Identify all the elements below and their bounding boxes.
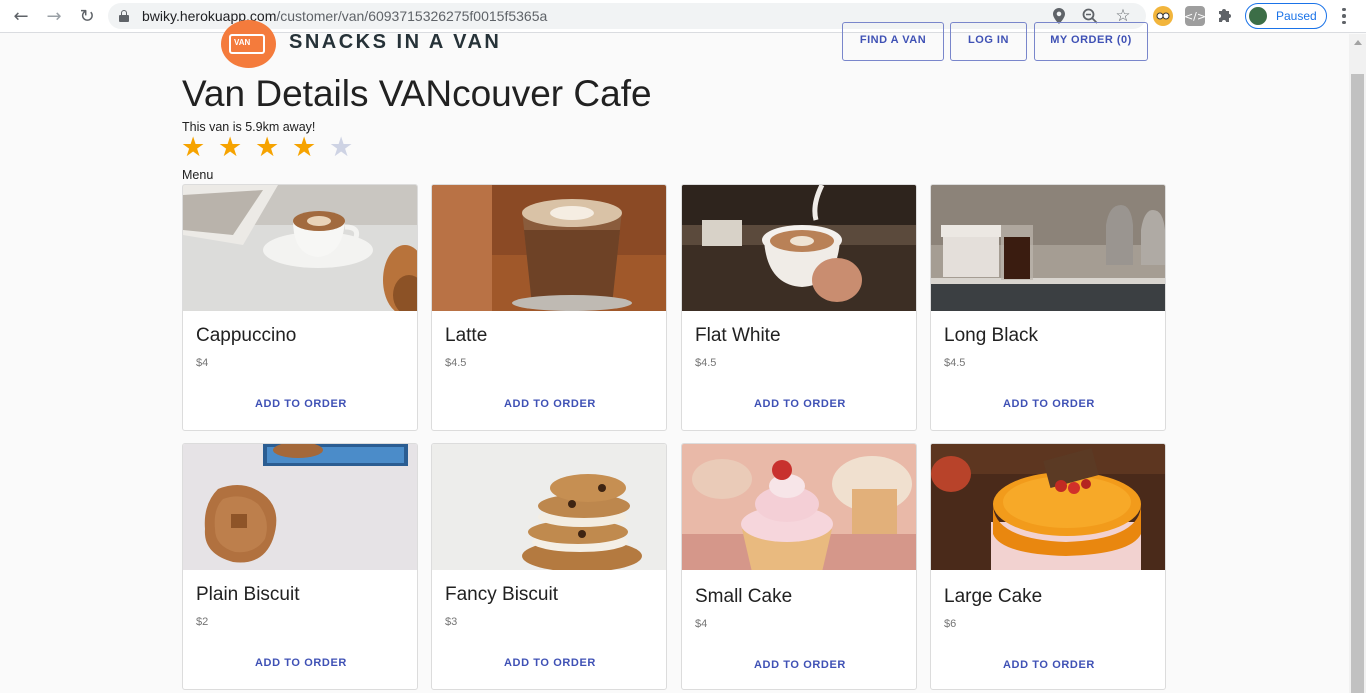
long-black-image	[931, 185, 1165, 311]
add-to-order-button[interactable]: ADD TO ORDER	[432, 398, 666, 410]
rating-stars: ★ ★ ★ ★ ★	[181, 133, 366, 163]
scrollbar-thumb[interactable]	[1351, 74, 1364, 693]
item-name: Small Cake	[695, 586, 793, 607]
my-order-label: MY ORDER (0)	[1050, 33, 1132, 46]
puzzle-icon[interactable]	[1216, 6, 1236, 26]
menu-card-cappuccino: Cappuccino $4 ADD TO ORDER	[182, 184, 418, 431]
page-title: Van Details VANcouver Cafe	[182, 73, 652, 114]
menu-card-fancy-biscuit: Fancy Biscuit $3 ADD TO ORDER	[431, 443, 667, 690]
item-name: Flat White	[695, 325, 781, 346]
star-icon: ★	[255, 132, 280, 163]
item-name: Large Cake	[944, 586, 1043, 607]
menu-card-small-cake: Small Cake $4 ADD TO ORDER	[681, 443, 917, 690]
item-name: Long Black	[944, 325, 1039, 346]
star-icon: ★	[292, 132, 317, 163]
flat-white-image	[682, 185, 916, 311]
page-scrollbar[interactable]	[1349, 34, 1366, 693]
star-icon: ★	[329, 132, 354, 163]
item-name: Plain Biscuit	[196, 584, 300, 605]
url-path: /customer/van/6093715326275f0015f5365a	[276, 8, 548, 24]
url-text[interactable]: bwiky.herokuapp.com/customer/van/6093715…	[142, 8, 547, 24]
item-price: $4	[695, 618, 708, 630]
reload-icon[interactable]: ↻	[75, 5, 99, 27]
cappuccino-image	[183, 185, 417, 311]
code-extension-icon[interactable]: </>	[1184, 6, 1206, 26]
item-price: $4.5	[695, 357, 717, 369]
add-to-order-button[interactable]: ADD TO ORDER	[931, 659, 1165, 671]
menu-card-large-cake: Large Cake $6 ADD TO ORDER	[930, 443, 1166, 690]
add-to-order-button[interactable]: ADD TO ORDER	[183, 398, 417, 410]
item-name: Cappuccino	[196, 325, 297, 346]
menu-card-latte: Latte $4.5 ADD TO ORDER	[431, 184, 667, 431]
find-van-button[interactable]: FIND A VAN	[842, 22, 944, 61]
add-to-order-button[interactable]: ADD TO ORDER	[931, 398, 1165, 410]
avatar	[1248, 6, 1268, 26]
find-van-label: FIND A VAN	[859, 33, 927, 46]
star-icon: ★	[218, 132, 243, 163]
brand-name: SNACKS IN A VAN	[289, 31, 502, 53]
add-to-order-button[interactable]: ADD TO ORDER	[183, 657, 417, 669]
lock-icon[interactable]	[119, 10, 129, 22]
profile-status: Paused	[1276, 9, 1317, 23]
my-order-button[interactable]: MY ORDER (0)	[1034, 22, 1148, 61]
item-price: $2	[196, 616, 209, 628]
item-price: $6	[944, 618, 957, 630]
menu-card-long-black: Long Black $4.5 ADD TO ORDER	[930, 184, 1166, 431]
log-in-button[interactable]: LOG IN	[950, 22, 1027, 61]
menu-card-flat-white: Flat White $4.5 ADD TO ORDER	[681, 184, 917, 431]
latte-image	[432, 185, 666, 311]
extension-icon[interactable]	[1153, 6, 1173, 26]
browser-toolbar: ← → ↻ bwiky.herokuapp.com/customer/van/6…	[0, 0, 1366, 33]
logo-text: VAN	[234, 38, 251, 47]
item-name: Fancy Biscuit	[445, 584, 558, 605]
scroll-up-icon[interactable]	[1354, 40, 1362, 45]
item-name: Latte	[445, 325, 488, 346]
star-icon: ★	[181, 132, 206, 163]
item-price: $4	[196, 357, 209, 369]
plain-biscuit-image	[183, 444, 417, 570]
menu-card-plain-biscuit: Plain Biscuit $2 ADD TO ORDER	[182, 443, 418, 690]
item-price: $3	[445, 616, 458, 628]
brand-logo[interactable]: VAN	[221, 20, 276, 68]
profile-button[interactable]: Paused	[1245, 3, 1327, 29]
large-cake-image	[931, 444, 1165, 570]
add-to-order-button[interactable]: ADD TO ORDER	[682, 398, 916, 410]
fancy-biscuit-image	[432, 444, 666, 570]
forward-icon[interactable]: →	[42, 5, 66, 27]
item-price: $4.5	[944, 357, 966, 369]
small-cake-image	[682, 444, 916, 570]
log-in-label: LOG IN	[968, 33, 1009, 46]
add-to-order-button[interactable]: ADD TO ORDER	[432, 657, 666, 669]
menu-dots-icon[interactable]	[1337, 4, 1351, 28]
back-icon[interactable]: ←	[9, 5, 33, 27]
item-price: $4.5	[445, 357, 467, 369]
add-to-order-button[interactable]: ADD TO ORDER	[682, 659, 916, 671]
menu-heading: Menu	[182, 168, 214, 182]
van-icon: VAN	[229, 34, 265, 54]
